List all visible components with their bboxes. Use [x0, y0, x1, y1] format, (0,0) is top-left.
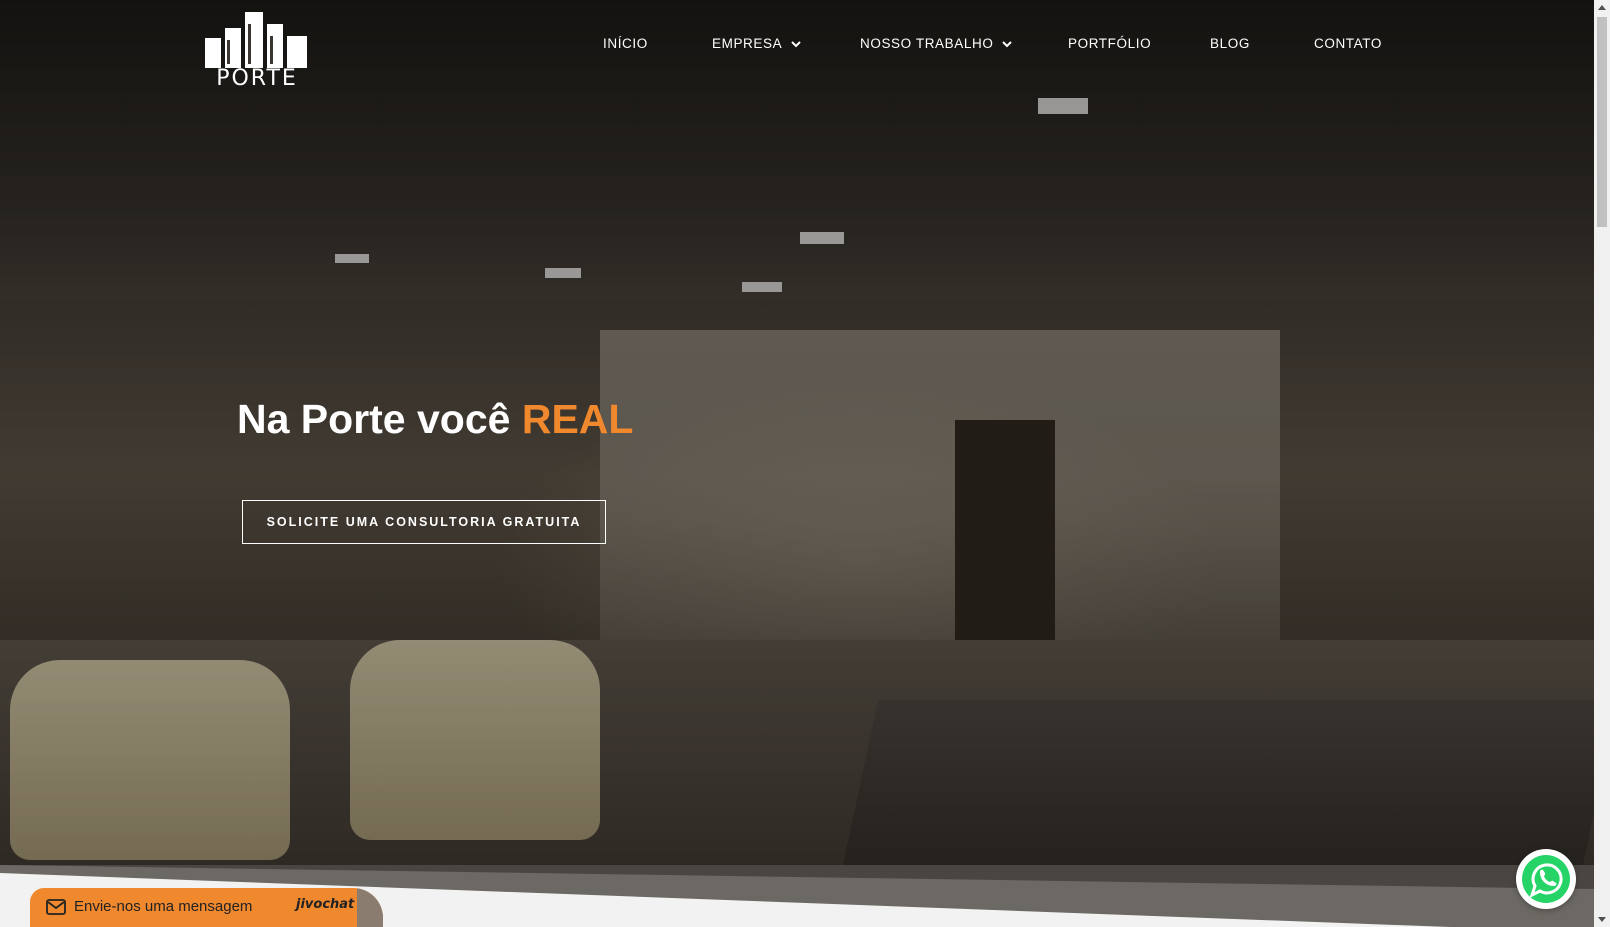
chat-widget[interactable]: Envie-nos uma mensagem jivochat [30, 888, 383, 927]
nav-item-empresa[interactable]: EMPRESA [712, 36, 801, 51]
headline-prefix: Na Porte você [237, 396, 522, 442]
whatsapp-button[interactable] [1516, 849, 1576, 909]
chevron-down-icon [1002, 40, 1013, 47]
nav-item-label: NOSSO TRABALHO [860, 36, 994, 51]
scroll-down-icon[interactable] [1598, 917, 1606, 922]
nav-item-inicio[interactable]: INÍCIO [603, 36, 648, 51]
consultation-cta-button[interactable]: SOLICITE UMA CONSULTORIA GRATUITA [242, 500, 606, 544]
nav-item-nosso-trabalho[interactable]: NOSSO TRABALHO [860, 36, 1013, 51]
nav-item-label: EMPRESA [712, 36, 783, 51]
nav-item-label: INÍCIO [603, 36, 648, 51]
hero-headline: Na Porte você REAL [237, 396, 633, 443]
chat-label: Envie-nos uma mensagem [74, 898, 253, 915]
chat-brand: jivochat [296, 897, 355, 912]
scroll-up-icon[interactable] [1598, 5, 1606, 10]
nav-item-label: BLOG [1210, 36, 1250, 51]
logo[interactable]: PORTE [203, 10, 311, 90]
logo-text: PORTE [216, 66, 298, 91]
chevron-down-icon [791, 40, 801, 47]
vertical-scrollbar[interactable] [1594, 0, 1610, 927]
nav-item-label: CONTATO [1314, 36, 1382, 51]
nav-item-label: PORTFÓLIO [1068, 36, 1152, 51]
scrollbar-thumb[interactable] [1597, 17, 1607, 227]
whatsapp-icon [1522, 855, 1570, 903]
logo-buildings-icon [205, 12, 307, 68]
headline-accent: REAL [521, 396, 634, 442]
nav-item-contato[interactable]: CONTATO [1314, 36, 1382, 51]
nav-item-blog[interactable]: BLOG [1210, 36, 1250, 51]
mail-icon [46, 899, 66, 915]
cta-label: SOLICITE UMA CONSULTORIA GRATUITA [266, 515, 582, 529]
nav-item-portfolio[interactable]: PORTFÓLIO [1068, 36, 1151, 51]
